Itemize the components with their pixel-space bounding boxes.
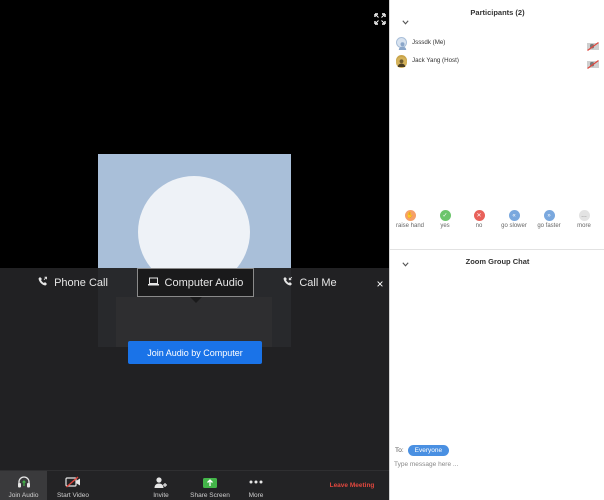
headphones-icon xyxy=(17,474,31,490)
chat-recipient-row: To: Everyone xyxy=(395,445,450,456)
more-label: More xyxy=(248,492,264,499)
video-area: Phone Call Computer Audio Call Me × Join… xyxy=(0,0,389,500)
raise-hand-icon: ✋ xyxy=(404,210,416,221)
more-dots-icon xyxy=(249,474,263,490)
muted-mic-icon[interactable] xyxy=(587,38,599,51)
side-panel: Participants (2) Jsssdk (Me) Jack Yang (… xyxy=(389,0,604,500)
tab-call-me-label: Call Me xyxy=(299,276,337,289)
audio-panel-shade xyxy=(116,297,272,347)
more-reactions-label: more xyxy=(577,223,591,229)
chat-to-label: To: xyxy=(395,447,404,454)
tab-phone-call-label: Phone Call xyxy=(54,276,108,289)
participant-name: Jack Yang (Host) xyxy=(412,56,459,64)
invite-label: Invite xyxy=(153,492,169,499)
panel-divider xyxy=(390,249,604,250)
yes-button[interactable]: ✓ yes xyxy=(428,210,462,229)
tab-computer-audio-label: Computer Audio xyxy=(164,276,244,289)
invite-button[interactable]: Invite xyxy=(144,471,178,500)
participants-title: Participants (2) xyxy=(470,8,525,17)
reactions-bar: ✋ raise hand ✓ yes ✕ no « go slower » go… xyxy=(390,210,604,234)
no-icon: ✕ xyxy=(473,210,485,221)
yes-label: yes xyxy=(440,223,450,229)
add-user-icon xyxy=(154,474,168,490)
muted-mic-icon[interactable] xyxy=(587,56,599,69)
tab-computer-audio[interactable]: Computer Audio xyxy=(137,268,254,297)
avatar xyxy=(396,54,407,68)
start-video-label: Start Video xyxy=(56,492,90,499)
chat-title: Zoom Group Chat xyxy=(465,257,530,266)
go-slower-label: go slower xyxy=(501,223,527,229)
more-reactions-button[interactable]: … more xyxy=(567,210,601,229)
tab-call-me[interactable]: Call Me xyxy=(255,268,365,297)
laptop-icon xyxy=(147,277,159,289)
yes-icon: ✓ xyxy=(439,210,451,221)
raise-hand-button[interactable]: ✋ raise hand xyxy=(393,210,427,229)
meeting-toolbar: Join Audio Start Video Invite Share Scre… xyxy=(0,470,389,500)
video-off-icon xyxy=(65,474,81,490)
phone-icon xyxy=(38,276,48,289)
participant-row[interactable]: Jsssdk (Me) xyxy=(396,34,599,51)
leave-meeting-button[interactable]: Leave Meeting xyxy=(322,482,382,489)
chevron-down-icon[interactable] xyxy=(402,262,409,269)
audio-tabs: Phone Call Computer Audio Call Me xyxy=(0,268,389,303)
more-icon: … xyxy=(578,210,590,221)
participant-row[interactable]: Jack Yang (Host) xyxy=(396,52,599,69)
selected-tab-pointer xyxy=(190,297,202,303)
close-audio-panel-button[interactable]: × xyxy=(374,277,386,291)
share-screen-label: Share Screen xyxy=(190,492,230,499)
tab-phone-call[interactable]: Phone Call xyxy=(18,268,128,297)
share-screen-button[interactable]: Share Screen xyxy=(188,471,232,500)
share-screen-icon xyxy=(202,474,218,490)
go-faster-label: go faster xyxy=(537,223,561,229)
fullscreen-icon[interactable] xyxy=(374,12,386,25)
go-faster-button[interactable]: » go faster xyxy=(532,210,566,229)
chat-message-input[interactable] xyxy=(394,457,599,471)
chat-recipient-dropdown[interactable]: Everyone xyxy=(407,445,450,456)
no-label: no xyxy=(475,223,483,229)
join-audio-button[interactable]: Join Audio xyxy=(0,471,47,500)
more-button[interactable]: More xyxy=(240,471,272,500)
go-slower-icon: « xyxy=(508,210,520,221)
avatar xyxy=(396,36,407,50)
no-button[interactable]: ✕ no xyxy=(462,210,496,229)
phone-callback-icon xyxy=(283,276,293,289)
join-audio-panel: Phone Call Computer Audio Call Me × Join… xyxy=(0,268,389,470)
participant-name: Jsssdk (Me) xyxy=(412,38,446,46)
start-video-button[interactable]: Start Video xyxy=(52,471,94,500)
join-audio-by-computer-button[interactable]: Join Audio by Computer xyxy=(128,341,262,364)
join-audio-label: Join Audio xyxy=(8,492,39,499)
raise-hand-label: raise hand xyxy=(395,223,425,229)
go-slower-button[interactable]: « go slower xyxy=(497,210,531,229)
go-faster-icon: » xyxy=(543,210,555,221)
chevron-down-icon[interactable] xyxy=(402,20,409,27)
